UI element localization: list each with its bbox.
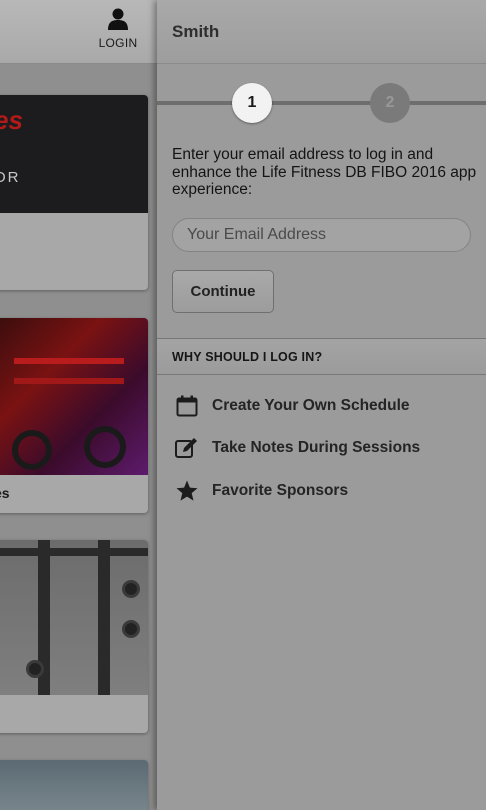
cycling-class-image xyxy=(0,318,148,475)
rack-post xyxy=(98,540,110,695)
decor-stripe xyxy=(14,378,124,384)
calendar-icon xyxy=(174,393,200,419)
step-1-indicator: 1 xyxy=(232,83,272,123)
benefit-label: Take Notes During Sessions xyxy=(212,439,421,456)
intro-text: Enter your email address to log in and e… xyxy=(172,146,477,198)
class-card[interactable]: es xyxy=(0,318,148,513)
why-login-header: WHY SHOULD I LOG IN? xyxy=(157,338,486,375)
sponsor-brand-text: es xyxy=(0,105,23,135)
decor-stripe xyxy=(14,358,124,364)
edit-icon xyxy=(174,435,200,461)
benefit-favorites: Favorite Sponsors xyxy=(174,478,348,504)
venue-image xyxy=(0,760,148,810)
weight-plate xyxy=(122,580,140,598)
email-input[interactable] xyxy=(172,218,471,252)
rack-image xyxy=(0,540,148,695)
sponsor-card[interactable]: es OR xyxy=(0,95,148,290)
bike-wheel xyxy=(12,430,52,470)
login-button[interactable]: LOGIN xyxy=(93,8,143,58)
login-label: LOGIN xyxy=(98,36,138,50)
benefit-schedule: Create Your Own Schedule xyxy=(174,393,410,419)
step-2-indicator: 2 xyxy=(370,83,410,123)
panel-header: Smith xyxy=(157,0,486,64)
app-header: LOGIN xyxy=(0,0,157,64)
card-caption: es xyxy=(0,485,10,501)
background-app-pane: LOGIN es OR es xyxy=(0,0,157,810)
bike-wheel xyxy=(84,426,126,468)
benefit-label: Favorite Sponsors xyxy=(212,482,349,499)
star-icon xyxy=(174,478,200,504)
weight-plate xyxy=(26,660,44,678)
sponsor-tagline: OR xyxy=(0,169,21,186)
equipment-card[interactable] xyxy=(0,540,148,733)
sponsor-banner: es OR xyxy=(0,95,148,213)
continue-button[interactable]: Continue xyxy=(172,270,274,313)
stepper-track xyxy=(157,101,486,105)
person-icon xyxy=(108,8,128,30)
venue-card[interactable] xyxy=(0,760,148,810)
panel-title: Smith xyxy=(172,22,220,41)
benefit-notes: Take Notes During Sessions xyxy=(174,435,420,461)
weight-plate xyxy=(122,620,140,638)
rack-bar xyxy=(0,548,148,556)
why-login-title: WHY SHOULD I LOG IN? xyxy=(172,350,323,364)
benefit-label: Create Your Own Schedule xyxy=(212,397,410,414)
login-panel: Smith 1 2 Enter your email address to lo… xyxy=(157,0,486,810)
